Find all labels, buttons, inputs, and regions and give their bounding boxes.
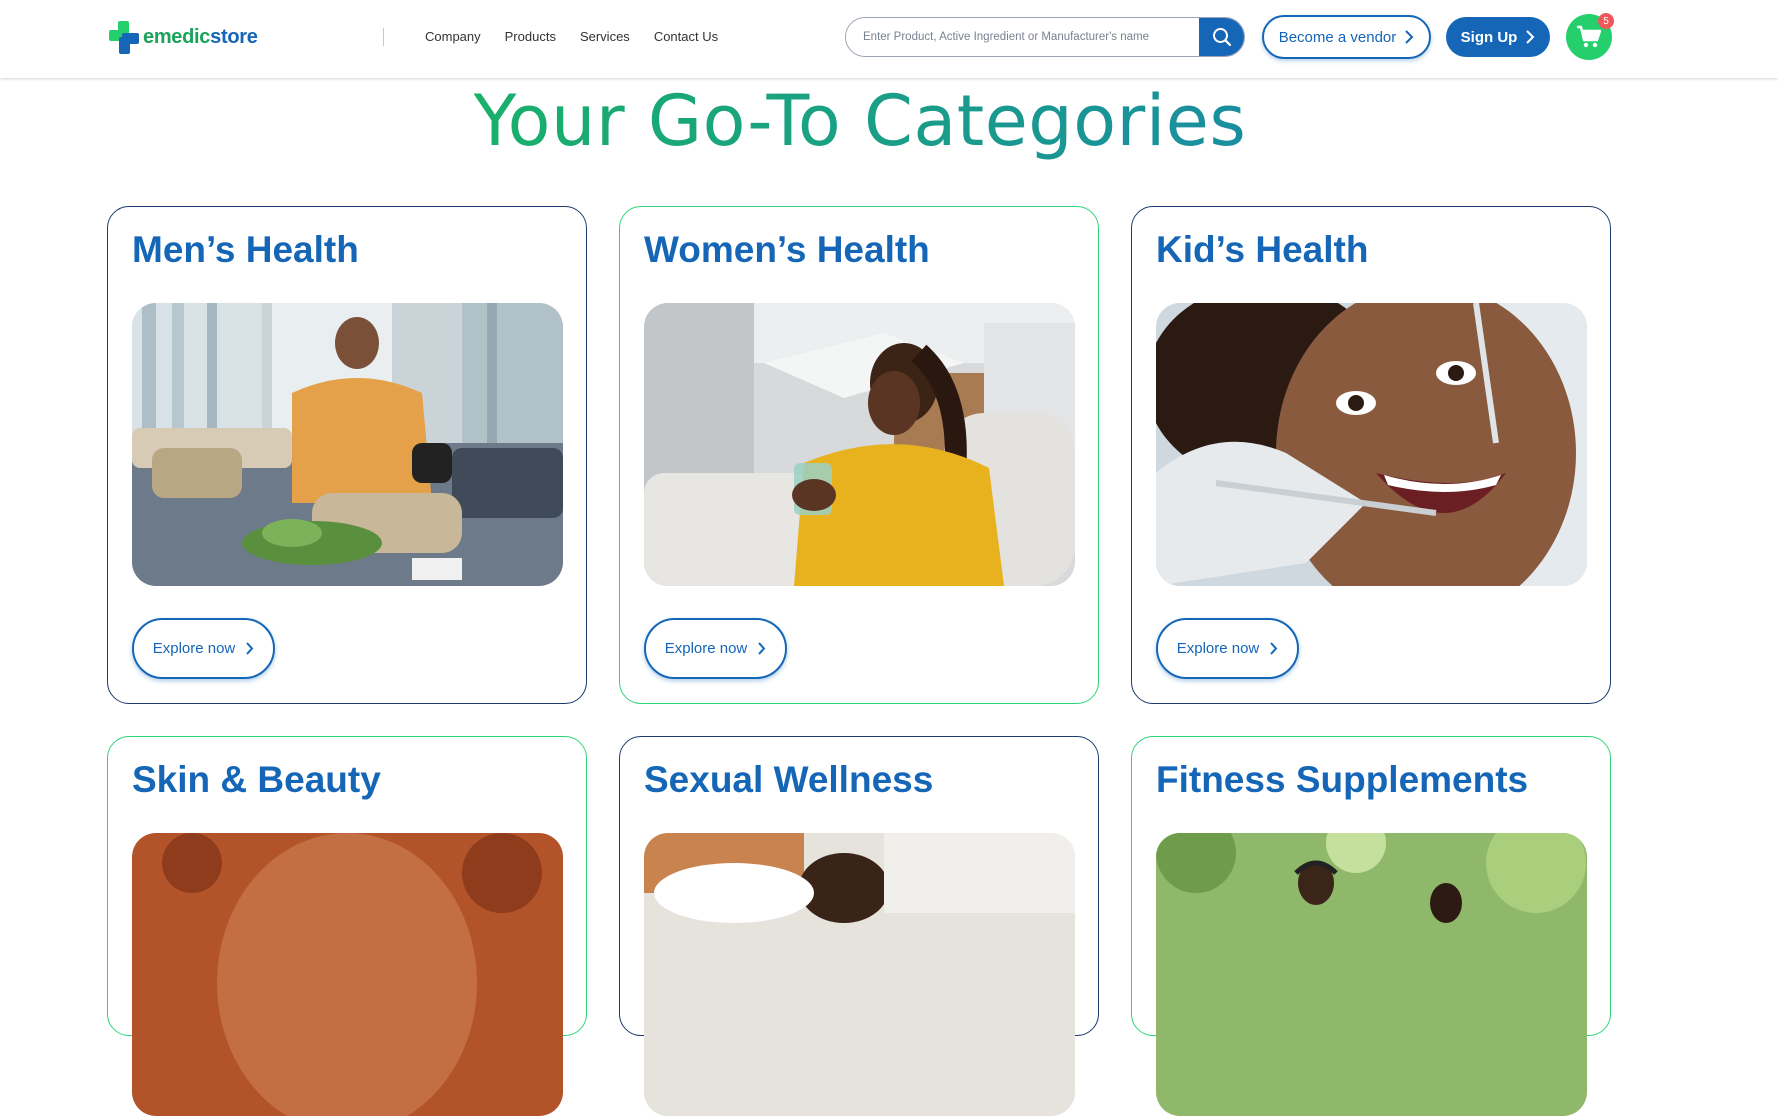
card-title: Sexual Wellness xyxy=(644,759,934,800)
card-title: Kid’s Health xyxy=(1156,229,1369,270)
category-image xyxy=(1156,833,1587,1116)
category-image xyxy=(1156,303,1587,586)
category-card-fitness-supplements[interactable]: Fitness Supplements xyxy=(1131,736,1611,1116)
search-input[interactable] xyxy=(846,18,1200,56)
chevron-right-icon xyxy=(758,642,766,655)
chevron-right-icon xyxy=(1270,642,1278,655)
explore-now-button[interactable]: Explore now xyxy=(644,618,787,679)
chevron-right-icon xyxy=(246,642,254,655)
nav-company[interactable]: Company xyxy=(425,29,481,44)
category-card-sexual-wellness[interactable]: Sexual Wellness xyxy=(619,736,1099,1116)
search-bar xyxy=(845,17,1245,57)
category-image xyxy=(644,833,1075,1116)
card-title: Skin & Beauty xyxy=(132,759,381,800)
shopping-cart-icon xyxy=(1577,25,1602,48)
explore-now-label: Explore now xyxy=(152,640,236,657)
nav-contact-us[interactable]: Contact Us xyxy=(654,29,718,44)
chevron-right-icon xyxy=(1526,30,1535,44)
cart-count-badge: 5 xyxy=(1598,13,1614,29)
explore-now-button[interactable]: Explore now xyxy=(132,618,275,679)
main-nav: Company Products Services Contact Us xyxy=(425,29,742,44)
cross-logo-icon xyxy=(109,21,139,54)
category-card-womens-health[interactable]: Women’s Health Explore now xyxy=(619,206,1099,704)
become-vendor-button[interactable]: Become a vendor xyxy=(1262,15,1431,59)
brand-name: emedicstore xyxy=(143,25,258,48)
category-card-skin-beauty[interactable]: Skin & Beauty xyxy=(107,736,587,1116)
explore-now-label: Explore now xyxy=(664,640,748,657)
become-vendor-label: Become a vendor xyxy=(1278,28,1397,46)
search-icon xyxy=(1212,28,1231,47)
sign-up-label: Sign Up xyxy=(1460,28,1518,46)
card-title: Men’s Health xyxy=(132,229,359,270)
section-title: Your Go-To Categories xyxy=(473,80,1247,162)
nav-services[interactable]: Services xyxy=(580,29,630,44)
header-divider xyxy=(383,28,384,46)
nav-products[interactable]: Products xyxy=(505,29,556,44)
explore-now-label: Explore now xyxy=(1176,640,1260,657)
card-title: Fitness Supplements xyxy=(1156,759,1529,800)
explore-now-button[interactable]: Explore now xyxy=(1156,618,1299,679)
search-button[interactable] xyxy=(1199,18,1244,56)
category-card-kids-health[interactable]: Kid’s Health Explore now xyxy=(1131,206,1611,704)
card-title: Women’s Health xyxy=(644,229,930,270)
category-image xyxy=(132,833,563,1116)
sign-up-button[interactable]: Sign Up xyxy=(1446,17,1550,57)
category-image xyxy=(132,303,563,586)
category-image xyxy=(644,303,1075,586)
chevron-right-icon xyxy=(1405,30,1414,44)
site-header: emedicstore Company Products Services Co… xyxy=(0,0,1778,78)
brand-logo[interactable]: emedicstore xyxy=(107,20,258,54)
category-card-mens-health[interactable]: Men’s Health Explore now xyxy=(107,206,587,704)
